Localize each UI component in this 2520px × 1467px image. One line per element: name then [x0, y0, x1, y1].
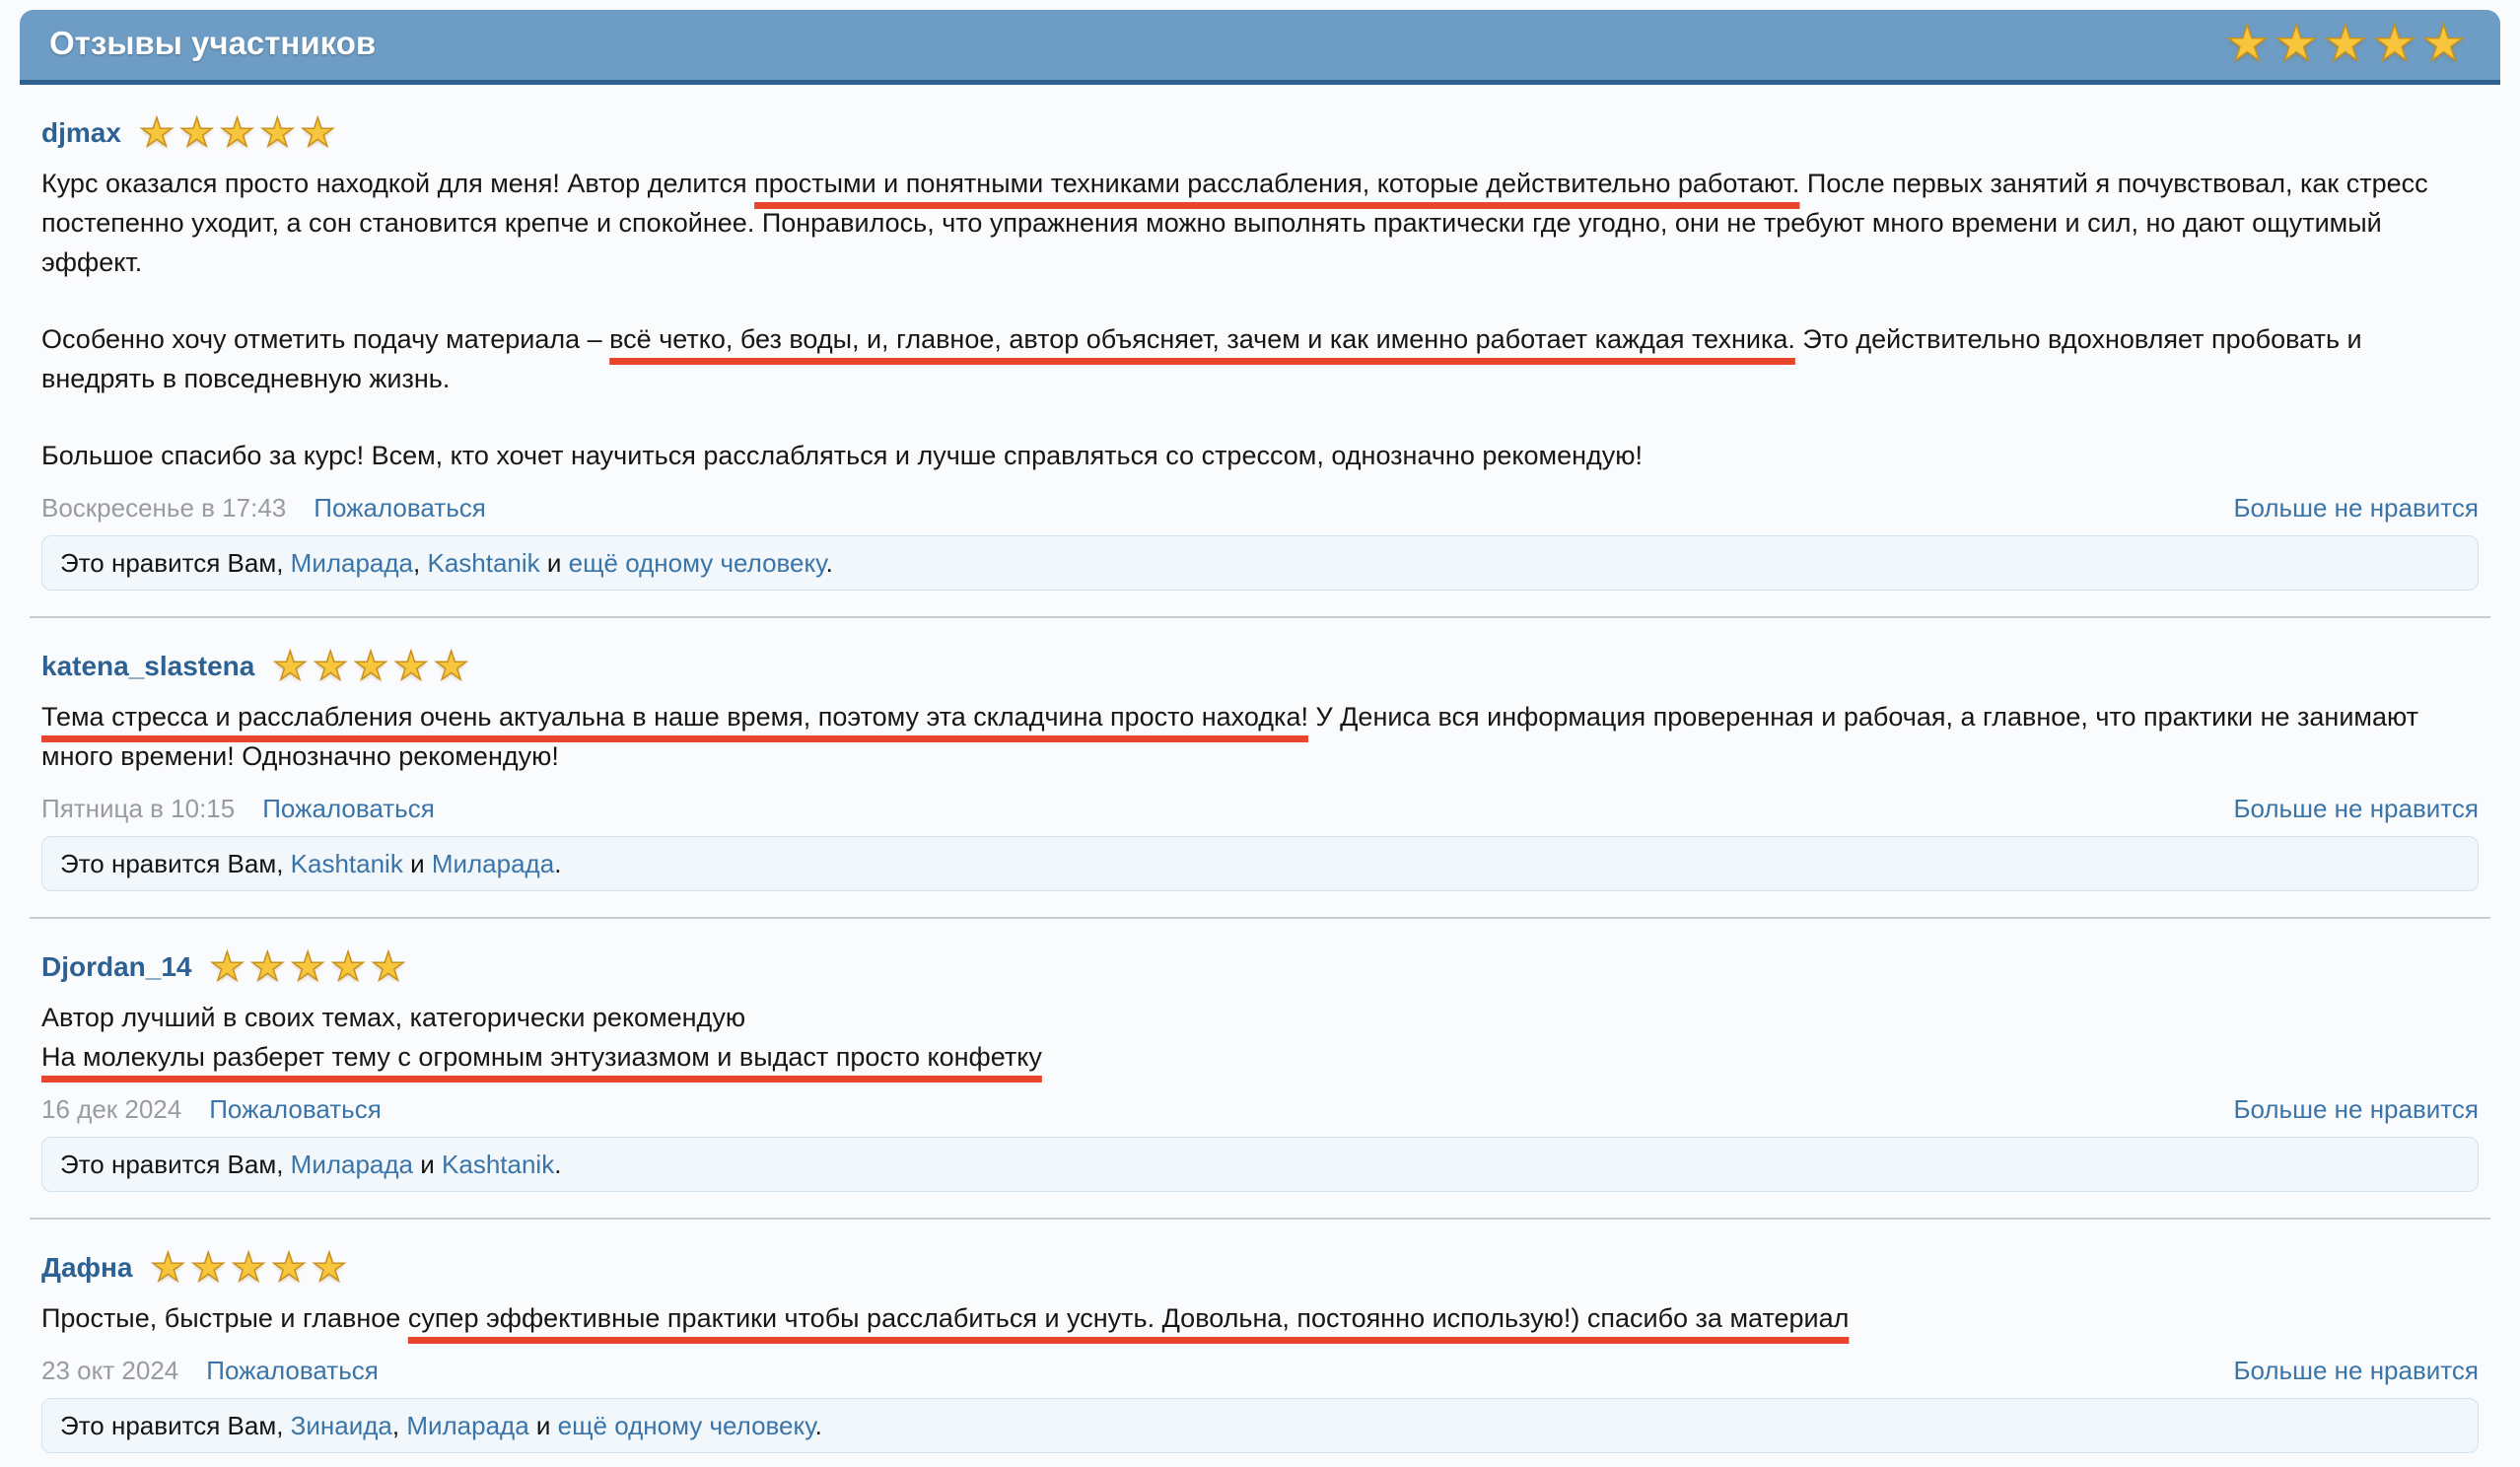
review-paragraph: На молекулы разберет тему с огромным энт… [41, 1037, 2479, 1077]
underlined-text: простыми и понятными техниками расслабле… [754, 169, 1799, 198]
likes-prefix: Это нравится Вам, [60, 1150, 291, 1179]
review-meta-row: Воскресенье в 17:43 Пожаловаться Больше … [41, 493, 2479, 524]
underlined-text: супер эффективные практики чтобы расслаб… [408, 1303, 1850, 1333]
report-link[interactable]: Пожаловаться [209, 1094, 382, 1125]
review-date: Воскресенье в 17:43 [41, 493, 286, 524]
text-segment: Особенно хочу отметить подачу материала … [41, 324, 609, 354]
unlike-link[interactable]: Больше не нравится [2233, 493, 2479, 524]
likes-box: Это нравится Вам, Kashtanik и Миларада. [41, 836, 2479, 891]
review-header: djmax ★★★★★ [41, 110, 2479, 156]
review-divider [30, 917, 2490, 919]
overall-rating-stars-icon: ★★★★★ [2225, 19, 2471, 68]
review-header: Djordan_14 ★★★★★ [41, 944, 2479, 990]
review-text: Простые, быстрые и главное супер эффекти… [41, 1298, 2479, 1338]
review-meta-row: 23 окт 2024 Пожаловаться Больше не нрави… [41, 1356, 2479, 1386]
username-link[interactable]: Djordan_14 [41, 951, 192, 983]
review-paragraph: Большое спасибо за курс! Всем, кто хочет… [41, 436, 2479, 475]
review-meta-row: Пятница в 10:15 Пожаловаться Больше не н… [41, 794, 2479, 824]
liker-link[interactable]: Зинаида [291, 1411, 392, 1440]
likes-suffix: . [554, 849, 561, 878]
liker-link[interactable]: Миларада [432, 849, 554, 878]
review-dafna: Дафна ★★★★★ Простые, быстрые и главное с… [41, 1245, 2479, 1453]
liker-link[interactable]: Миларада [406, 1411, 528, 1440]
review-paragraph: Курс оказался просто находкой для меня! … [41, 164, 2479, 282]
review-katena-slastena: katena_slastena ★★★★★ Тема стресса и рас… [41, 644, 2479, 891]
review-divider [30, 1218, 2490, 1220]
likes-box: Это нравится Вам, Зинаида, Миларада и ещ… [41, 1398, 2479, 1453]
liker-link[interactable]: Kashtanik [442, 1150, 554, 1179]
liker-link[interactable]: Миларада [291, 1150, 413, 1179]
likes-separator: и [413, 1150, 442, 1179]
likes-box: Это нравится Вам, Миларада и Kashtanik. [41, 1137, 2479, 1192]
liker-link[interactable]: ещё одному человеку [569, 548, 826, 578]
likes-suffix: . [826, 548, 833, 578]
rating-stars-icon: ★★★★★ [139, 113, 340, 153]
review-paragraph: Автор лучший в своих темах, категорическ… [41, 998, 2479, 1037]
unlike-link[interactable]: Больше не нравится [2233, 1094, 2479, 1125]
username-link[interactable]: Дафна [41, 1252, 133, 1284]
review-meta-row: 16 дек 2024 Пожаловаться Больше не нрави… [41, 1094, 2479, 1125]
report-link[interactable]: Пожаловаться [314, 493, 486, 524]
likes-prefix: Это нравится Вам, [60, 849, 291, 878]
username-link[interactable]: katena_slastena [41, 651, 254, 682]
likes-separator: и [529, 1411, 558, 1440]
liker-link[interactable]: Миларада [291, 548, 413, 578]
likes-separator: и [540, 548, 569, 578]
review-paragraph: Тема стресса и расслабления очень актуал… [41, 697, 2479, 776]
rating-stars-icon: ★★★★★ [272, 647, 473, 686]
underlined-text: Тема стресса и расслабления очень актуал… [41, 702, 1308, 732]
liker-link[interactable]: ещё одному человеку [558, 1411, 815, 1440]
likes-box: Это нравится Вам, Миларада, Kashtanik и … [41, 535, 2479, 591]
review-text: Тема стресса и расслабления очень актуал… [41, 697, 2479, 776]
review-paragraph: Особенно хочу отметить подачу материала … [41, 319, 2479, 398]
rating-stars-icon: ★★★★★ [151, 1248, 352, 1288]
likes-separator: , [392, 1411, 406, 1440]
rating-stars-icon: ★★★★★ [210, 947, 411, 987]
review-paragraph: Простые, быстрые и главное супер эффекти… [41, 1298, 2479, 1338]
unlike-link[interactable]: Больше не нравится [2233, 794, 2479, 824]
review-divider [30, 616, 2490, 618]
review-text: Курс оказался просто находкой для меня! … [41, 164, 2479, 475]
review-djordan-14: Djordan_14 ★★★★★ Автор лучший в своих те… [41, 944, 2479, 1192]
text-segment: Простые, быстрые и главное [41, 1303, 408, 1333]
reviews-list: djmax ★★★★★ Курс оказался просто находко… [0, 110, 2520, 1453]
username-link[interactable]: djmax [41, 117, 121, 149]
review-date: Пятница в 10:15 [41, 794, 235, 824]
report-link[interactable]: Пожаловаться [206, 1356, 379, 1386]
review-header: Дафна ★★★★★ [41, 1245, 2479, 1291]
page-title: Отзывы участников [49, 25, 376, 62]
review-date: 16 дек 2024 [41, 1094, 181, 1125]
unlike-link[interactable]: Больше не нравится [2233, 1356, 2479, 1386]
likes-suffix: . [554, 1150, 561, 1179]
review-text: Автор лучший в своих темах, категорическ… [41, 998, 2479, 1077]
review-djmax: djmax ★★★★★ Курс оказался просто находко… [41, 110, 2479, 591]
likes-separator: , [413, 548, 427, 578]
reviews-header-bar: Отзывы участников ★★★★★ [20, 10, 2500, 85]
liker-link[interactable]: Kashtanik [427, 548, 539, 578]
underlined-text: На молекулы разберет тему с огромным энт… [41, 1042, 1042, 1072]
likes-prefix: Это нравится Вам, [60, 548, 291, 578]
likes-separator: и [403, 849, 432, 878]
text-segment: Курс оказался просто находкой для меня! … [41, 169, 754, 198]
likes-suffix: . [815, 1411, 822, 1440]
underlined-text: всё четко, без воды, и, главное, автор о… [609, 324, 1795, 354]
likes-prefix: Это нравится Вам, [60, 1411, 291, 1440]
report-link[interactable]: Пожаловаться [262, 794, 435, 824]
review-header: katena_slastena ★★★★★ [41, 644, 2479, 689]
liker-link[interactable]: Kashtanik [291, 849, 403, 878]
review-date: 23 окт 2024 [41, 1356, 178, 1386]
